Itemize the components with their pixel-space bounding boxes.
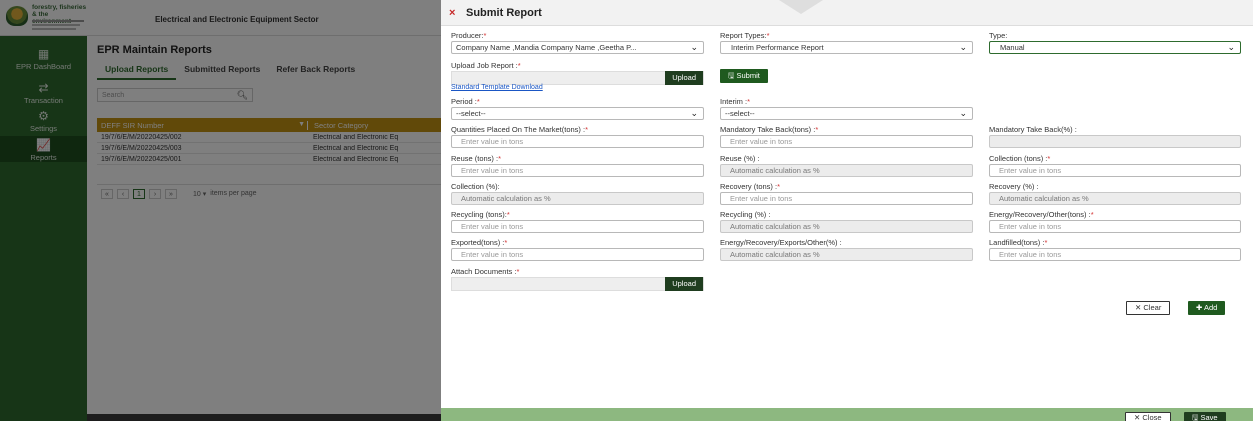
- collection-tons-input[interactable]: Enter value in tons: [989, 164, 1241, 177]
- type-label: Type:: [989, 31, 1008, 40]
- panel-footer: ✕ Close 🖫 Save: [441, 408, 1253, 421]
- chevron-down-icon: ⌄: [690, 42, 698, 52]
- save-button[interactable]: 🖫 Save: [1184, 412, 1226, 421]
- reuse-tons-label: Reuse (tons) :*: [451, 154, 502, 163]
- panel-title: Submit Report: [466, 7, 542, 19]
- mand-take-back-tons-label: Mandatory Take Back(tons) :*: [720, 125, 819, 134]
- type-select[interactable]: Manual ⌄: [989, 41, 1241, 54]
- period-select[interactable]: --select-- ⌄: [451, 107, 704, 120]
- close-icon[interactable]: ×: [449, 7, 455, 19]
- chevron-down-icon: ⌄: [959, 108, 967, 118]
- interim-select[interactable]: --select-- ⌄: [720, 107, 973, 120]
- submit-report-panel: × Submit Report Producer:* Company Name …: [441, 0, 1253, 421]
- report-types-label: Report Types:*: [720, 31, 770, 40]
- recovery-pct-label: Recovery (%) :: [989, 182, 1039, 191]
- recovery-pct-input: Automatic calculation as %: [989, 192, 1241, 205]
- mand-take-back-pct-input: [989, 135, 1241, 148]
- recycling-pct-label: Recycling (%) :: [720, 210, 771, 219]
- clear-button[interactable]: ✕ Clear: [1126, 301, 1171, 315]
- producer-label: Producer:*: [451, 31, 487, 40]
- upload-job-report-field[interactable]: Upload: [451, 71, 704, 85]
- energy-other-tons-label: Energy/Recovery/Other(tons) :*: [989, 210, 1094, 219]
- recycling-pct-input: Automatic calculation as %: [720, 220, 973, 233]
- collection-pct-input: Automatic calculation as %: [451, 192, 704, 205]
- panel-header: × Submit Report: [441, 0, 1253, 26]
- add-button[interactable]: ✚ Add: [1188, 301, 1226, 315]
- save-disk-icon: 🖫: [728, 71, 735, 80]
- recovery-tons-input[interactable]: Enter value in tons: [720, 192, 973, 205]
- close-button[interactable]: ✕ Close: [1125, 412, 1171, 421]
- interim-label: Interim :*: [720, 97, 751, 106]
- energy-exports-pct-label: Energy/Recovery/Exports/Other(%) :: [720, 238, 842, 247]
- modal-backdrop[interactable]: [0, 0, 441, 421]
- recycling-tons-label: Recycling (tons):*: [451, 210, 510, 219]
- exported-tons-label: Exported(tons) :*: [451, 238, 508, 247]
- reuse-tons-input[interactable]: Enter value in tons: [451, 164, 704, 177]
- chevron-down-icon: ⌄: [690, 108, 698, 118]
- mand-take-back-tons-input[interactable]: Enter value in tons: [720, 135, 973, 148]
- qty-placed-input[interactable]: Enter value in tons: [451, 135, 704, 148]
- energy-exports-pct-input: Automatic calculation as %: [720, 248, 973, 261]
- producer-select[interactable]: Company Name ,Mandia Company Name ,Geeth…: [451, 41, 704, 54]
- plus-icon: ✚: [1196, 303, 1203, 312]
- save-disk-icon: 🖫: [1192, 413, 1199, 421]
- attach-documents-field[interactable]: Upload: [451, 277, 704, 291]
- period-label: Period :*: [451, 97, 480, 106]
- mand-take-back-pct-label: Mandatory Take Back(%) :: [989, 125, 1077, 134]
- landfilled-tons-label: Landfilled(tons) :*: [989, 238, 1048, 247]
- standard-template-download-link[interactable]: Standard Template Download: [451, 84, 543, 91]
- reuse-pct-input: Automatic calculation as %: [720, 164, 973, 177]
- attach-documents-label: Attach Documents :*: [451, 267, 520, 276]
- chevron-down-icon: ⌄: [959, 42, 967, 52]
- recycling-tons-input[interactable]: Enter value in tons: [451, 220, 704, 233]
- upload-job-report-button[interactable]: Upload: [665, 71, 703, 85]
- collection-pct-label: Collection (%):: [451, 182, 500, 191]
- close-icon: ✕: [1135, 303, 1142, 312]
- submit-button[interactable]: 🖫 Submit: [720, 69, 768, 83]
- collection-tons-label: Collection (tons) :*: [989, 154, 1051, 163]
- pointer-notch: [779, 0, 823, 14]
- energy-other-tons-input[interactable]: Enter value in tons: [989, 220, 1241, 233]
- recovery-tons-label: Recovery (tons) :*: [720, 182, 781, 191]
- reuse-pct-label: Reuse (%) :: [720, 154, 760, 163]
- chevron-down-icon: ⌄: [1227, 42, 1235, 52]
- exported-tons-input[interactable]: Enter value in tons: [451, 248, 704, 261]
- close-icon: ✕: [1134, 413, 1141, 421]
- report-types-select[interactable]: Interim Performance Report ⌄: [720, 41, 973, 54]
- qty-placed-label: Quantities Placed On The Market(tons) :*: [451, 125, 589, 134]
- attach-documents-upload-button[interactable]: Upload: [665, 277, 703, 291]
- upload-job-report-label: Upload Job Report :*: [451, 61, 521, 70]
- landfilled-tons-input[interactable]: Enter value in tons: [989, 248, 1241, 261]
